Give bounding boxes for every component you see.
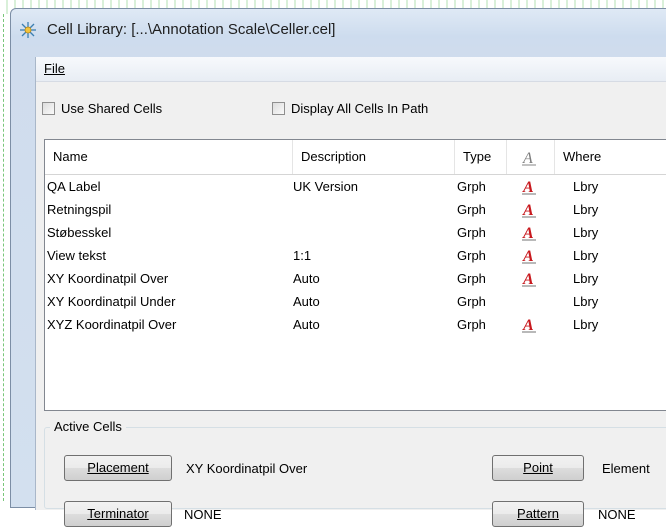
window-title: Cell Library: [...\Annotation Scale\Cell… bbox=[47, 21, 336, 38]
column-header-type[interactable]: Type bbox=[455, 140, 507, 174]
use-shared-cells-option[interactable]: Use Shared Cells bbox=[42, 101, 162, 116]
cell-where: Lbry bbox=[573, 317, 599, 332]
cell-name: QA Label bbox=[47, 179, 101, 194]
cell-description: Auto bbox=[293, 294, 320, 309]
table-row[interactable]: QA Label UK Version Grph Lbry A bbox=[45, 176, 666, 198]
cell-where: Lbry bbox=[573, 179, 599, 194]
cell-list[interactable]: Name Description Type A Where QA Label UK… bbox=[44, 139, 666, 411]
active-cells-label: Active Cells bbox=[50, 419, 126, 434]
title-bar[interactable]: Cell Library: [...\Annotation Scale\Cell… bbox=[11, 9, 666, 49]
display-all-cells-label: Display All Cells In Path bbox=[291, 101, 429, 116]
menu-bar: File bbox=[36, 57, 666, 82]
cell-type: Grph bbox=[457, 294, 486, 309]
column-header-name-label: Name bbox=[53, 149, 88, 164]
menu-file[interactable]: File bbox=[44, 61, 65, 76]
cell-name: XYZ Koordinatpil Over bbox=[47, 317, 177, 332]
annotation-icon: A bbox=[522, 271, 536, 288]
cell-type: Grph bbox=[457, 317, 486, 332]
placement-button[interactable]: Placement bbox=[64, 455, 172, 481]
table-row[interactable]: XY Koordinatpil Over Auto Grph Lbry A bbox=[45, 268, 666, 290]
column-header-name[interactable]: Name bbox=[45, 140, 293, 174]
column-header-type-label: Type bbox=[463, 149, 492, 164]
table-row[interactable]: Støbesskel Grph Lbry A bbox=[45, 222, 666, 244]
cell-type: Grph bbox=[457, 179, 486, 194]
background-guide-line bbox=[3, 14, 4, 501]
cell-library-icon bbox=[20, 22, 36, 38]
cell-name: View tekst bbox=[47, 248, 107, 263]
point-button[interactable]: Point bbox=[492, 455, 584, 481]
list-header: Name Description Type A Where bbox=[45, 140, 666, 175]
cell-where: Lbry bbox=[573, 294, 599, 309]
pattern-value: NONE bbox=[598, 507, 636, 522]
cell-name: Støbesskel bbox=[47, 225, 112, 240]
annotation-icon: A bbox=[522, 225, 536, 242]
pattern-button[interactable]: Pattern bbox=[492, 501, 584, 527]
cell-type: Grph bbox=[457, 225, 486, 240]
cell-name: XY Koordinatpil Under bbox=[47, 294, 176, 309]
placement-value: XY Koordinatpil Over bbox=[186, 461, 308, 476]
placement-button-label: Placement bbox=[87, 460, 149, 475]
terminator-button[interactable]: Terminator bbox=[64, 501, 172, 527]
cell-name: Retningspil bbox=[47, 202, 112, 217]
cell-description: 1:1 bbox=[293, 248, 312, 263]
annotation-icon: A bbox=[522, 317, 536, 334]
cell-type: Grph bbox=[457, 202, 486, 217]
annotation-icon: A bbox=[522, 179, 536, 196]
menu-file-label: File bbox=[44, 61, 65, 76]
pattern-button-label: Pattern bbox=[517, 506, 559, 521]
column-header-description[interactable]: Description bbox=[293, 140, 455, 174]
cell-where: Lbry bbox=[573, 225, 599, 240]
display-all-cells-checkbox[interactable] bbox=[272, 102, 285, 115]
column-header-where-label: Where bbox=[563, 149, 602, 164]
display-all-cells-option[interactable]: Display All Cells In Path bbox=[272, 101, 428, 116]
cell-library-window: Cell Library: [...\Annotation Scale\Cell… bbox=[10, 8, 666, 527]
cell-description: Auto bbox=[293, 317, 320, 332]
dialog-client-area: File Use Shared Cells Display All Cells … bbox=[35, 57, 666, 527]
column-header-annotation[interactable]: A bbox=[507, 140, 555, 174]
cell-where: Lbry bbox=[573, 202, 599, 217]
table-row[interactable]: View tekst 1:1 Grph Lbry A bbox=[45, 245, 666, 267]
cell-where: Lbry bbox=[573, 248, 599, 263]
annotation-icon: A bbox=[522, 202, 536, 219]
cell-type: Grph bbox=[457, 271, 486, 286]
annotation-header-icon: A bbox=[522, 150, 536, 167]
cell-where: Lbry bbox=[573, 271, 599, 286]
table-row[interactable]: Retningspil Grph Lbry A bbox=[45, 199, 666, 221]
cell-description: Auto bbox=[293, 271, 320, 286]
column-header-where[interactable]: Where bbox=[555, 140, 666, 174]
use-shared-cells-checkbox[interactable] bbox=[42, 102, 55, 115]
cell-description: UK Version bbox=[293, 179, 359, 194]
point-value: Element bbox=[602, 461, 650, 476]
terminator-button-label: Terminator bbox=[87, 506, 149, 521]
terminator-value: NONE bbox=[184, 507, 222, 522]
column-header-description-label: Description bbox=[301, 149, 367, 164]
table-row[interactable]: XY Koordinatpil Under Auto Grph Lbry bbox=[45, 291, 666, 313]
point-button-label: Point bbox=[523, 460, 553, 475]
use-shared-cells-label: Use Shared Cells bbox=[61, 101, 163, 116]
cell-name: XY Koordinatpil Over bbox=[47, 271, 169, 286]
table-row[interactable]: XYZ Koordinatpil Over Auto Grph Lbry A bbox=[45, 314, 666, 336]
annotation-icon: A bbox=[522, 248, 536, 265]
cell-type: Grph bbox=[457, 248, 486, 263]
